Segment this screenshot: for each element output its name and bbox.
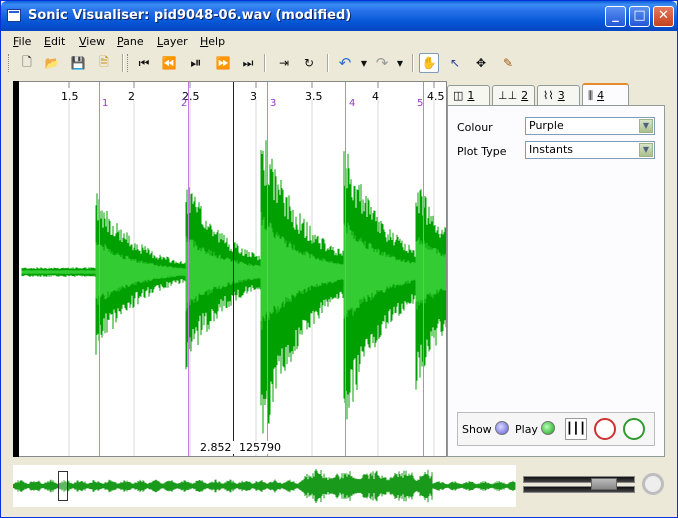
toolbar-grip[interactable] xyxy=(127,54,130,72)
instant-marker[interactable] xyxy=(345,82,346,456)
toolbar: 🗋 📂 💾 🗎 ⏮ ⏪ ⏯ ⏩ ⏭ ⇥ ↻ ↶ ▼ ↷ ▼ ✋ ↖ ✥ ✎ xyxy=(2,52,676,74)
navigate-tool-icon[interactable]: ✋ xyxy=(419,53,439,73)
ruler-label: 2 xyxy=(128,90,135,103)
overview-waveform xyxy=(13,469,516,503)
menu-layer[interactable]: Layer xyxy=(157,35,188,48)
playback-speed-slider[interactable] xyxy=(523,476,635,494)
instant-label: 3 xyxy=(270,98,277,109)
undo-dropdown-icon[interactable]: ▼ xyxy=(354,53,374,73)
playback-gain-dial[interactable] xyxy=(642,473,664,495)
rewind-start-icon[interactable]: ⏮ xyxy=(134,53,154,73)
title-bar[interactable]: Sonic Visualiser: pid9048-06.wav (modifi… xyxy=(1,1,677,31)
chevron-down-icon[interactable]: ▼ xyxy=(639,119,653,133)
layer-properties-panel: Colour Purple ▼ Plot Type Instants ▼ Sho… xyxy=(447,105,665,457)
minimize-button[interactable]: _ xyxy=(605,6,626,27)
instant-label: 5 xyxy=(417,98,424,109)
tab-layer-2[interactable]: ⊥⊥ 2 xyxy=(492,85,535,105)
menu-view[interactable]: View xyxy=(79,35,105,48)
colour-select[interactable]: Purple ▼ xyxy=(525,117,655,135)
frame-readout: 125790 xyxy=(237,441,283,454)
window-title: Sonic Visualiser: pid9048-06.wav (modifi… xyxy=(28,8,352,23)
menu-edit[interactable]: Edit xyxy=(44,35,65,48)
pane-left-edge xyxy=(13,81,19,457)
toolbar-separator xyxy=(264,54,266,72)
waveform-icon: ⌇⌇ xyxy=(543,89,554,102)
show-play-controls: Show Play ┃┃┃ xyxy=(457,412,655,446)
instant-label: 1 xyxy=(102,98,109,109)
chevron-down-icon[interactable]: ▼ xyxy=(639,143,653,157)
new-file-icon[interactable]: 🗋 xyxy=(17,53,37,73)
menu-bar: File Edit View Pane Layer Help xyxy=(2,32,676,52)
gain-knob[interactable] xyxy=(594,418,616,440)
waveform xyxy=(21,82,446,456)
open-icon[interactable]: 📂 xyxy=(42,53,62,73)
ruler-label: 3.5 xyxy=(305,90,323,103)
level-meter xyxy=(523,476,635,483)
plugin-parameters-icon[interactable]: ┃┃┃ xyxy=(565,418,587,440)
rewind-icon[interactable]: ⏪ xyxy=(159,53,179,73)
ruler-label: 3 xyxy=(250,90,257,103)
colour-label: Colour xyxy=(457,121,493,134)
overview-selection[interactable] xyxy=(58,471,68,501)
loop-icon[interactable]: ↻ xyxy=(299,53,319,73)
menu-file[interactable]: File xyxy=(13,35,31,48)
redo-dropdown-icon[interactable]: ▼ xyxy=(390,53,410,73)
save-icon[interactable]: 💾 xyxy=(68,53,88,73)
close-button[interactable]: ✕ xyxy=(653,6,674,27)
ruler-label: 4 xyxy=(372,90,379,103)
show-toggle[interactable] xyxy=(495,421,509,435)
pan-knob[interactable] xyxy=(623,418,645,440)
pane-icon: ◫ xyxy=(453,89,464,102)
instant-label: 2 xyxy=(181,98,188,109)
tab-layer-1[interactable]: ◫ 1 xyxy=(447,85,490,105)
maximize-button[interactable]: □ xyxy=(629,6,650,27)
toolbar-separator xyxy=(327,54,329,72)
waveform-pane[interactable]: 1.5 2 2.5 3 3.5 4 4.5 1 2 3 4 5 2.852 12… xyxy=(13,81,447,457)
layer-tabs: ◫ 1 ⊥⊥ 2 ⌇⌇ 3 ⫼ 4 xyxy=(447,83,671,106)
instant-marker[interactable] xyxy=(267,82,268,456)
fast-forward-end-icon[interactable]: ⏭ xyxy=(238,53,258,73)
playback-cursor xyxy=(233,82,234,456)
plot-type-label: Plot Type xyxy=(457,145,507,158)
instant-marker[interactable] xyxy=(423,82,424,456)
app-icon xyxy=(7,9,21,22)
toolbar-grip[interactable] xyxy=(8,54,11,72)
level-meter xyxy=(523,486,635,493)
slider-thumb[interactable] xyxy=(591,478,617,490)
instants-icon: ⫼ xyxy=(588,88,594,102)
menu-pane[interactable]: Pane xyxy=(117,35,144,48)
save-session-icon[interactable]: 🗎 xyxy=(94,53,114,73)
ruler-label: 1.5 xyxy=(61,90,79,103)
toolbar-separator xyxy=(412,54,414,72)
draw-tool-icon[interactable]: ✎ xyxy=(498,53,518,73)
show-label: Show xyxy=(462,423,492,436)
toolbar-separator xyxy=(122,54,124,72)
redo-icon[interactable]: ↷ xyxy=(372,53,392,73)
instant-label: 4 xyxy=(349,98,356,109)
ruler-icon: ⊥⊥ xyxy=(498,89,518,102)
undo-icon[interactable]: ↶ xyxy=(335,53,355,73)
play-selection-icon[interactable]: ⇥ xyxy=(274,53,294,73)
menu-help[interactable]: Help xyxy=(200,35,225,48)
play-toggle[interactable] xyxy=(541,421,555,435)
time-readout: 2.852 xyxy=(198,441,234,454)
main-window: Sonic Visualiser: pid9048-06.wav (modifi… xyxy=(0,0,678,518)
play-pause-icon[interactable]: ⏯ xyxy=(186,53,206,73)
tab-layer-4[interactable]: ⫼ 4 xyxy=(582,83,629,106)
fast-forward-icon[interactable]: ⏩ xyxy=(213,53,233,73)
select-tool-icon[interactable]: ↖ xyxy=(445,53,465,73)
ruler-label: 4.5 xyxy=(427,90,445,103)
overview-pane[interactable] xyxy=(13,465,516,507)
instant-marker[interactable] xyxy=(99,82,100,456)
plot-type-select[interactable]: Instants ▼ xyxy=(525,141,655,159)
play-label: Play xyxy=(515,423,538,436)
tab-layer-3[interactable]: ⌇⌇ 3 xyxy=(537,85,580,105)
instant-marker[interactable] xyxy=(188,82,189,456)
move-tool-icon[interactable]: ✥ xyxy=(471,53,491,73)
